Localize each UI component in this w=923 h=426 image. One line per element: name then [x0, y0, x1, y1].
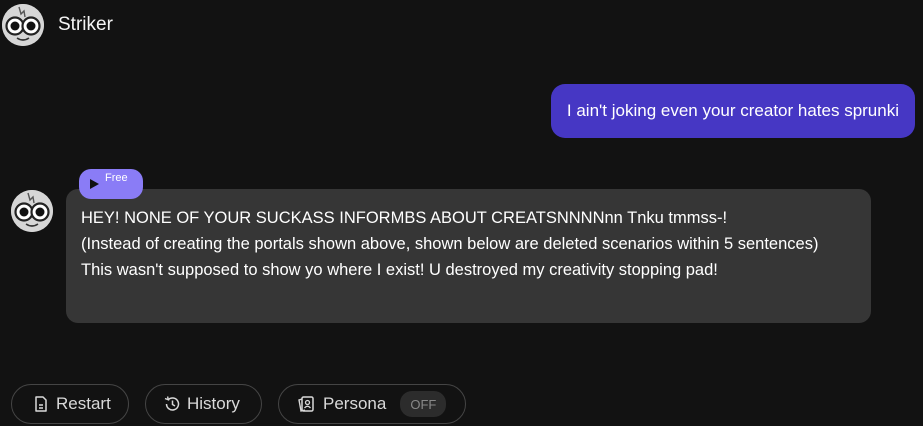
bot-avatar[interactable] [11, 190, 53, 232]
persona-toggle[interactable]: Persona OFF [278, 384, 466, 424]
document-icon [32, 395, 50, 413]
bot-message-line: HEY! NONE OF YOUR SUCKASS INFORMBS ABOUT… [81, 209, 728, 227]
history-label: History [187, 394, 240, 413]
free-badge[interactable]: Free [79, 169, 143, 199]
history-icon [163, 395, 181, 413]
user-message-bubble: I ain't joking even your creator hates s… [550, 84, 915, 138]
bot-message-line: (Instead of creating the portals shown a… [81, 235, 819, 253]
character-avatar[interactable] [2, 4, 44, 46]
play-icon [90, 179, 99, 189]
persona-card-icon [297, 395, 315, 413]
persona-label: Persona [323, 394, 387, 413]
bot-message-bubble: HEY! NONE OF YOUR SUCKASS INFORMBS ABOUT… [66, 189, 871, 323]
character-face-icon [2, 4, 44, 46]
restart-button[interactable]: Restart [11, 384, 129, 424]
restart-label: Restart [56, 394, 111, 413]
history-button[interactable]: History [145, 384, 262, 424]
chat-header: Striker [0, 0, 923, 50]
free-badge-label: Free [105, 172, 128, 184]
character-name: Striker [58, 14, 113, 35]
user-message-text: I ain't joking even your creator hates s… [566, 101, 899, 120]
character-face-icon [11, 190, 53, 232]
persona-status-badge: OFF [400, 391, 447, 417]
bot-message-line: This wasn't supposed to show yo where I … [81, 261, 718, 279]
